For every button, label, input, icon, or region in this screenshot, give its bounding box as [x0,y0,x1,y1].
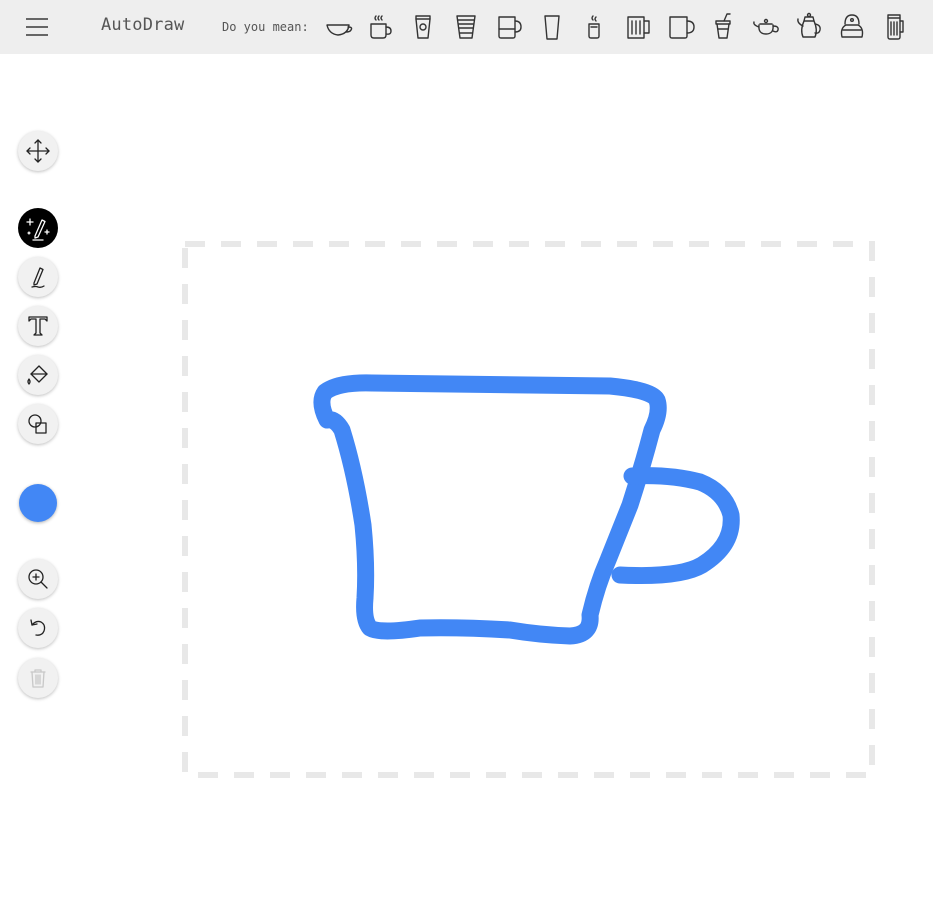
user-drawing[interactable] [313,374,740,645]
glass-icon[interactable] [534,8,570,46]
kettle-icon[interactable] [834,8,870,46]
top-bar: AutoDraw Do you mean: [0,0,933,54]
tankard-icon[interactable] [877,8,913,46]
striped-cup-icon[interactable] [448,8,484,46]
teapot-icon[interactable] [748,8,784,46]
steaming-mug-icon[interactable] [362,8,398,46]
beer-mug-icon[interactable] [620,8,656,46]
tall-teapot-icon[interactable] [791,8,827,46]
teacup-icon[interactable] [320,8,356,46]
selection-box [182,241,875,778]
drawing-canvas[interactable] [0,54,933,918]
takeaway-coffee-cup-icon[interactable] [405,8,441,46]
coffee-mug-icon[interactable] [663,8,699,46]
suggestions-bar [0,0,933,54]
small-steaming-cup-icon[interactable] [577,8,613,46]
lidded-cup-with-straw-icon[interactable] [705,8,741,46]
mug-icon[interactable] [491,8,527,46]
